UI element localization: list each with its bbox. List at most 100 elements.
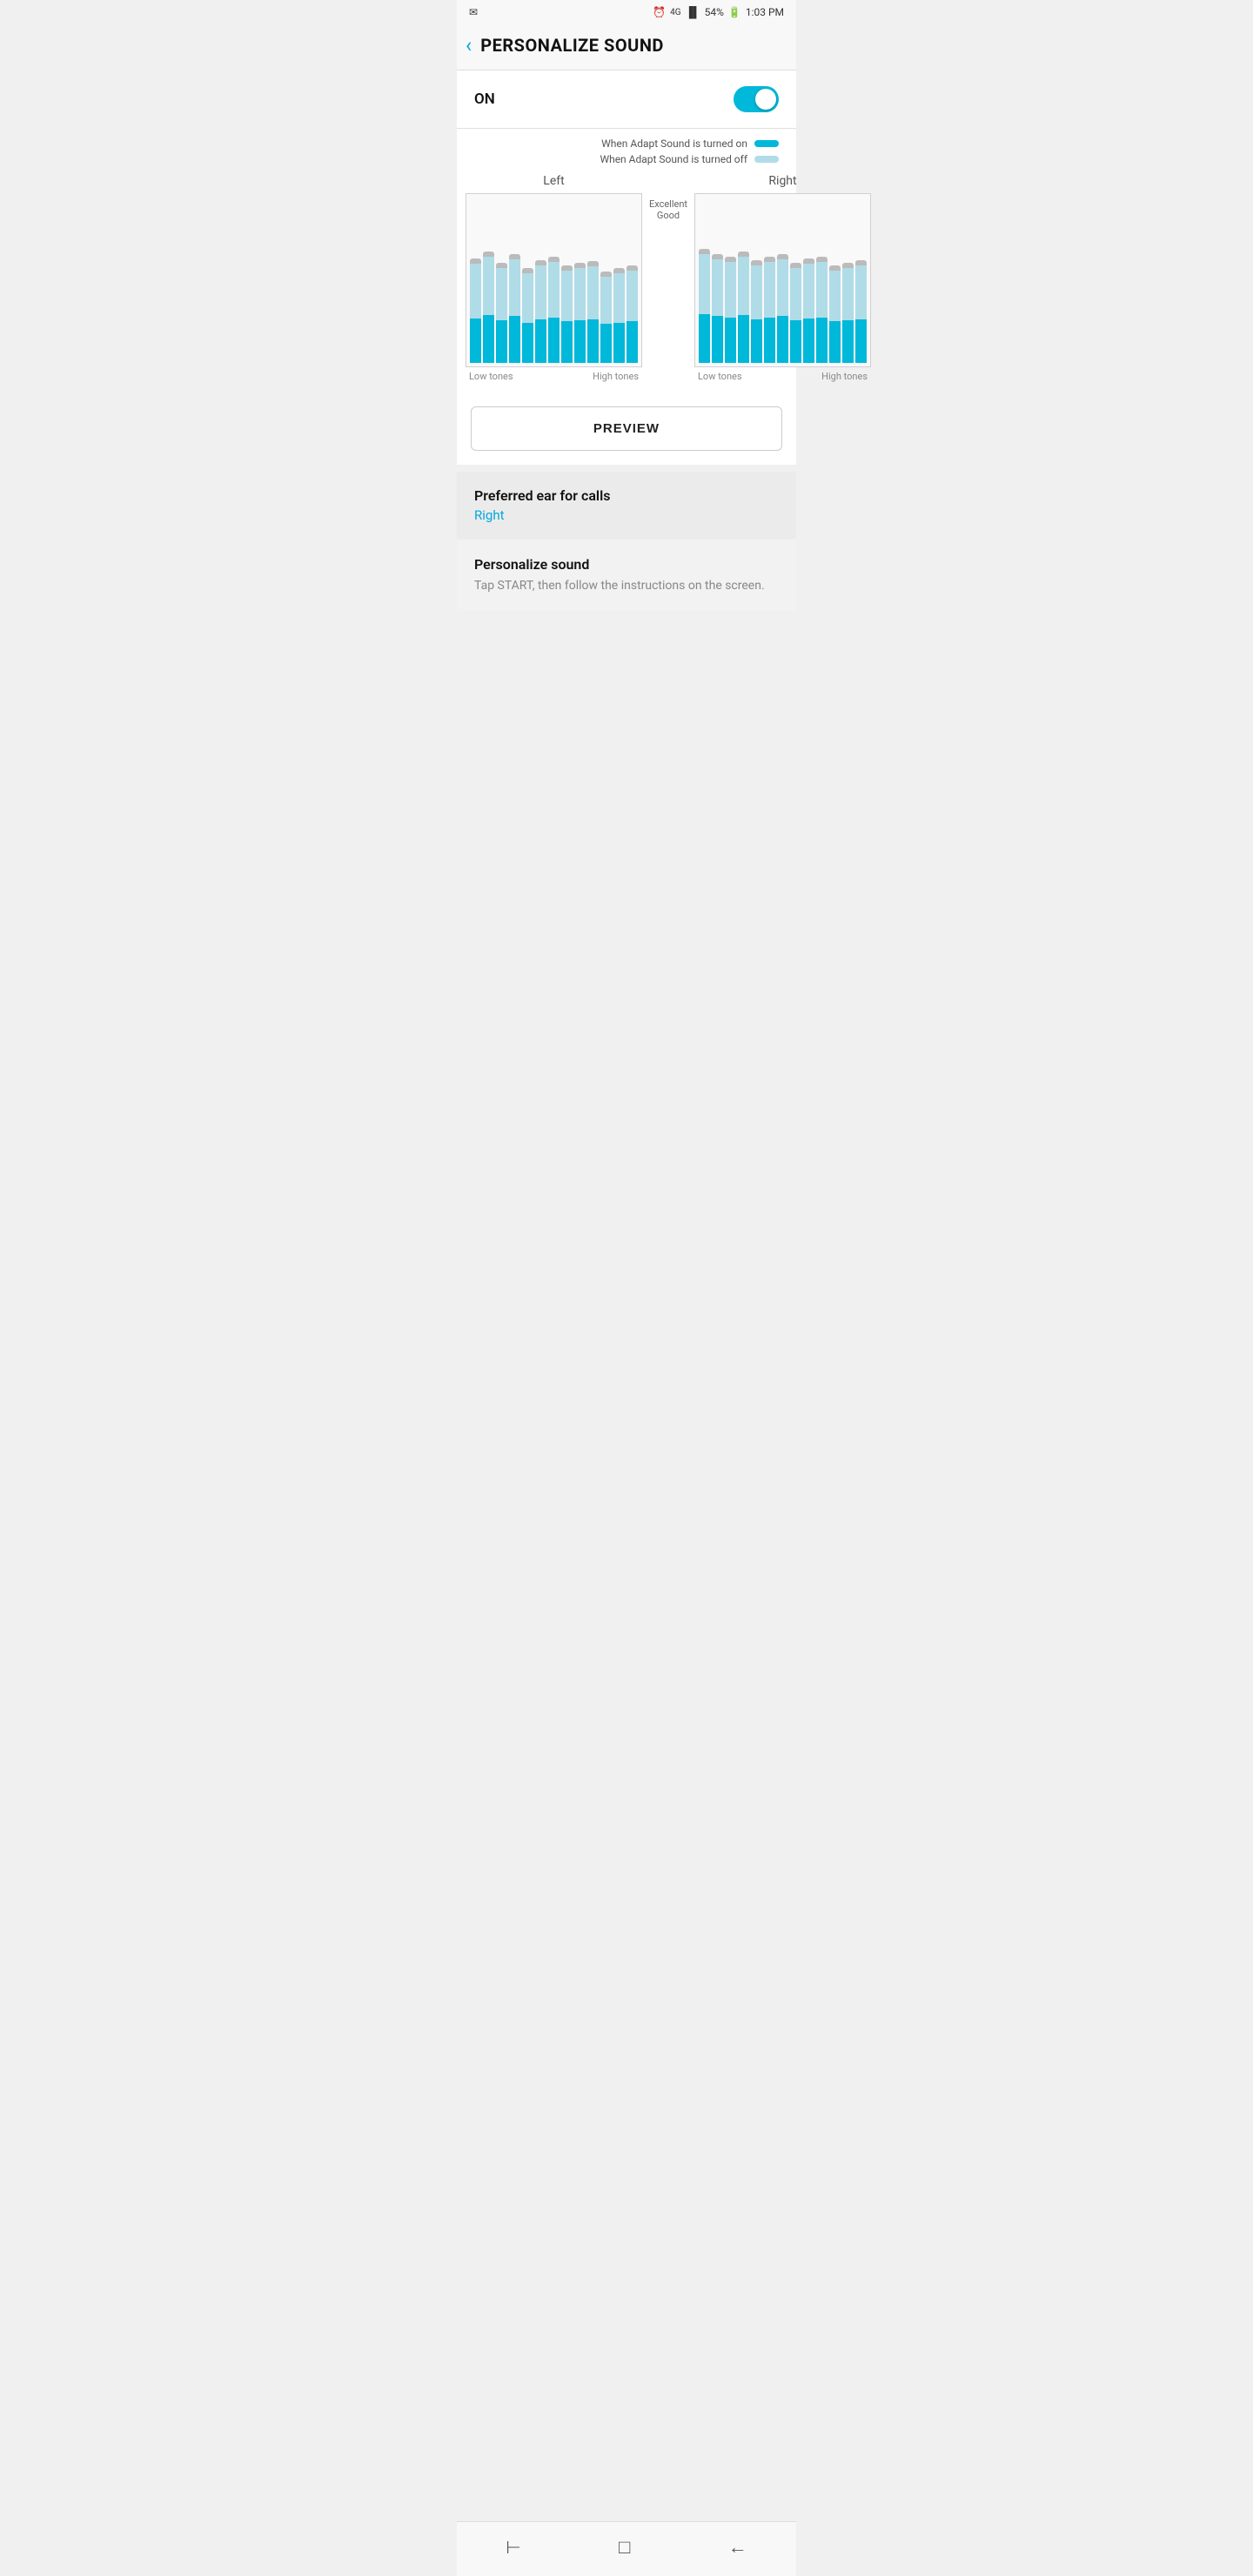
bar-container — [790, 268, 801, 363]
bar-active — [496, 320, 507, 363]
bar-container — [712, 259, 723, 363]
personalize-sound-title: Personalize sound — [474, 556, 779, 573]
left-chart-area — [466, 193, 642, 367]
bar-wrapper — [613, 199, 625, 363]
chart-legend: When Adapt Sound is turned on When Adapt… — [457, 129, 796, 169]
bar-container — [855, 265, 867, 363]
bar-wrapper — [712, 199, 723, 363]
page-title: PERSONALIZE SOUND — [480, 35, 664, 56]
preview-button[interactable]: PREVIEW — [471, 406, 782, 451]
right-high-tones: High tones — [821, 371, 868, 382]
bar-container — [699, 254, 710, 363]
bar-active — [548, 318, 559, 363]
bar-container — [725, 262, 736, 363]
bar-wrapper — [816, 199, 828, 363]
right-low-tones: Low tones — [698, 371, 742, 382]
bar-container — [470, 264, 481, 363]
bar-wrapper — [764, 199, 775, 363]
bar-wrapper — [470, 199, 481, 363]
legend-on-label: When Adapt Sound is turned on — [601, 138, 747, 150]
app-header: ‹ PERSONALIZE SOUND — [457, 24, 796, 70]
legend-on-item: When Adapt Sound is turned on — [601, 138, 779, 150]
bar-container — [751, 265, 762, 363]
back-nav-button[interactable]: ← — [711, 2531, 765, 2564]
bar-active — [842, 320, 854, 363]
bar-active — [574, 320, 586, 363]
charts-container: Left Low tones High tones Excellent Good… — [466, 174, 787, 382]
bar-active — [561, 321, 573, 363]
bar-active — [751, 319, 762, 363]
bar-container — [522, 273, 533, 363]
bar-active — [855, 319, 867, 363]
good-label: Good — [657, 210, 680, 221]
status-right: ⏰ 4G ▐▌ 54% 🔋 1:03 PM — [653, 6, 784, 18]
battery-percent: 54% — [705, 6, 724, 18]
bar-wrapper — [725, 199, 736, 363]
bar-wrapper — [483, 199, 494, 363]
bar-wrapper — [561, 199, 573, 363]
preview-section: PREVIEW — [457, 394, 796, 465]
bar-active — [626, 321, 638, 363]
bar-wrapper — [699, 199, 710, 363]
chart-center-labels: Excellent Good _ — [642, 174, 694, 253]
mail-icon: ✉ — [469, 6, 478, 18]
bar-active — [522, 323, 533, 363]
personalize-sound-desc: Tap START, then follow the instructions … — [474, 578, 779, 595]
bar-container — [548, 262, 559, 363]
status-left: ✉ — [469, 6, 478, 18]
bottom-navigation: ⊢ □ ← — [457, 2521, 796, 2576]
bar-container — [574, 268, 586, 363]
bar-wrapper — [587, 199, 599, 363]
home-button[interactable]: □ — [601, 2531, 647, 2564]
bar-wrapper — [751, 199, 762, 363]
alarm-icon: ⏰ — [653, 6, 666, 18]
excellent-label: Excellent — [649, 198, 687, 210]
bar-active — [535, 319, 546, 363]
battery-icon: 🔋 — [728, 6, 741, 18]
bar-active — [600, 324, 612, 363]
bar-container — [803, 264, 814, 363]
left-chart-label: Left — [543, 174, 564, 188]
legend-off-label: When Adapt Sound is turned off — [600, 153, 747, 165]
on-label: ON — [474, 91, 495, 108]
time-display: 1:03 PM — [746, 6, 784, 18]
bar-wrapper — [626, 199, 638, 363]
bar-wrapper — [496, 199, 507, 363]
left-chart: Left Low tones High tones — [466, 174, 642, 382]
bar-container — [764, 262, 775, 363]
bar-container — [816, 262, 828, 363]
right-chart-label: Right — [768, 174, 796, 188]
left-high-tones: High tones — [593, 371, 639, 382]
bar-active — [738, 315, 749, 363]
bar-wrapper — [855, 199, 867, 363]
right-x-labels: Low tones High tones — [694, 371, 871, 382]
left-x-labels: Low tones High tones — [466, 371, 642, 382]
bar-active — [483, 315, 494, 363]
on-toggle-switch[interactable] — [734, 86, 779, 112]
bar-wrapper — [777, 199, 788, 363]
bar-container — [483, 257, 494, 363]
bar-container — [509, 259, 520, 363]
toggle-knob — [755, 89, 776, 110]
bar-container — [842, 268, 854, 363]
signal-icon: ▐▌ — [686, 6, 700, 18]
bar-active — [777, 316, 788, 363]
bar-active — [829, 321, 841, 363]
bar-container — [561, 271, 573, 363]
bar-active — [816, 318, 828, 363]
personalize-sound-section: Personalize sound Tap START, then follow… — [457, 540, 796, 611]
bar-wrapper — [829, 199, 841, 363]
preferred-ear-section[interactable]: Preferred ear for calls Right — [457, 472, 796, 539]
bar-container — [777, 259, 788, 363]
bar-active — [803, 319, 814, 363]
bar-active — [725, 318, 736, 363]
bar-wrapper — [522, 199, 533, 363]
chart-section: Left Low tones High tones Excellent Good… — [457, 169, 796, 394]
back-button[interactable]: ‹ — [466, 33, 472, 57]
bar-wrapper — [842, 199, 854, 363]
left-low-tones: Low tones — [469, 371, 513, 382]
on-toggle-row: ON — [457, 70, 796, 129]
right-chart: Right Low tones High tones — [694, 174, 871, 382]
recent-apps-button[interactable]: ⊢ — [488, 2532, 538, 2563]
bar-wrapper — [738, 199, 749, 363]
